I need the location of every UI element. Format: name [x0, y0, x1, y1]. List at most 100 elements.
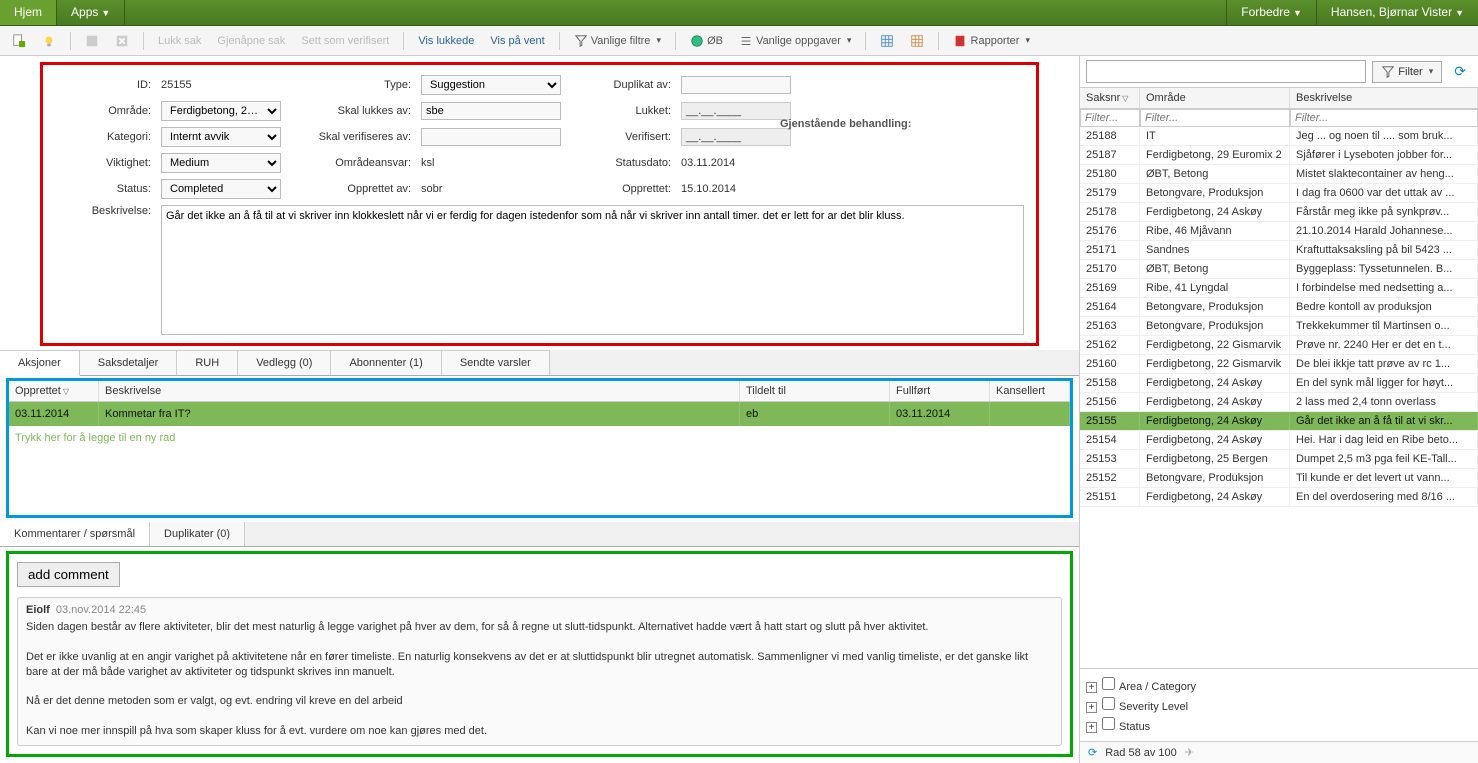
table-row[interactable]: 25164Betongvare, ProduksjonBedre kontoll… — [1080, 298, 1478, 317]
search-input[interactable] — [1086, 60, 1366, 83]
tree-area[interactable]: + Area / Category — [1086, 675, 1472, 695]
col-desc[interactable]: Beskrivelse — [99, 381, 740, 401]
col-cancelled[interactable]: Kansellert — [990, 381, 1070, 401]
tab-subscribers[interactable]: Abonnenter (1) — [331, 350, 441, 375]
table-row[interactable]: 25171SandnesKraftuttaksaksling på bil 54… — [1080, 241, 1478, 260]
grid-icon-2[interactable] — [904, 31, 930, 51]
actions-row[interactable]: 03.11.2014Kommetar fra IT?eb03.11.2014 — [9, 402, 1070, 426]
ob-label: ØB — [707, 34, 723, 46]
input-verify-by[interactable] — [421, 128, 561, 146]
tree-severity[interactable]: + Severity Level — [1086, 695, 1472, 715]
table-row[interactable]: 25151Ferdigbetong, 24 AskøyEn del overdo… — [1080, 488, 1478, 507]
table-row[interactable]: 25152Betongvare, ProduksjonTil kunde er … — [1080, 469, 1478, 488]
table-row[interactable]: 25153Ferdigbetong, 25 BergenDumpet 2,5 m… — [1080, 450, 1478, 469]
cases-grid-body[interactable]: 25188ITJeg ... og noen til .... som bruk… — [1080, 127, 1478, 668]
tab-actions[interactable]: Aksjoner — [0, 350, 80, 376]
tab-ruh[interactable]: RUH — [177, 350, 238, 375]
actions-grid-header: Opprettet▽ Beskrivelse Tildelt til Fullf… — [9, 381, 1070, 402]
filter-desc[interactable] — [1290, 109, 1478, 127]
table-row[interactable]: 25176Ribe, 46 Mjåvann21.10.2014 Harald J… — [1080, 222, 1478, 241]
select-category[interactable]: Internt avvik — [161, 127, 281, 147]
expand-icon[interactable]: + — [1086, 682, 1097, 693]
tab-comments[interactable]: Kommentarer / spørsmål — [0, 522, 150, 546]
sort-desc-icon: ▽ — [63, 387, 69, 396]
nav-apps[interactable]: Apps▼ — [57, 0, 125, 25]
actions-grid-box: Opprettet▽ Beskrivelse Tildelt til Fullf… — [6, 378, 1073, 518]
select-area[interactable]: Ferdigbetong, 2… — [161, 101, 281, 121]
checkbox-severity[interactable] — [1102, 697, 1115, 710]
nav-user[interactable]: Hansen, Bjørnar Vister▼ — [1316, 0, 1478, 25]
select-importance[interactable]: Medium — [161, 153, 281, 173]
expand-icon[interactable]: + — [1086, 702, 1097, 713]
input-close-by[interactable] — [421, 102, 561, 120]
tree-severity-label: Severity Level — [1119, 701, 1188, 713]
right-panel: Filter ▾ ⟳ Saksnr▽ Område Beskrivelse 25… — [1080, 56, 1478, 763]
refresh-icon[interactable]: ⟳ — [1088, 746, 1097, 759]
new-icon[interactable] — [6, 31, 32, 51]
label-verify-by: Skal verifiseres av: — [291, 131, 411, 143]
tab-sent-alerts[interactable]: Sendte varsler — [442, 350, 550, 375]
row-counter: Rad 58 av 100 — [1105, 747, 1177, 759]
col-assigned[interactable]: Tildelt til — [740, 381, 890, 401]
filter-button[interactable]: Filter ▾ — [1372, 61, 1442, 83]
col-desc[interactable]: Beskrivelse — [1290, 88, 1478, 108]
col-done[interactable]: Fullført — [890, 381, 990, 401]
show-closed-link[interactable]: Vis lukkede — [412, 32, 480, 50]
filter-case-no[interactable] — [1080, 109, 1140, 127]
input-duplicate[interactable] — [681, 76, 791, 94]
tab-duplicates[interactable]: Duplikater (0) — [150, 522, 245, 546]
table-row[interactable]: 25188ITJeg ... og noen til .... som bruk… — [1080, 127, 1478, 146]
reopen-case-button: Gjenåpne sak — [211, 32, 291, 50]
ob-button[interactable]: ØB — [684, 31, 729, 51]
table-row[interactable]: 25178Ferdigbetong, 24 AskøyFårstår meg i… — [1080, 203, 1478, 222]
table-row[interactable]: 25154Ferdigbetong, 24 AskøyHei. Har i da… — [1080, 431, 1478, 450]
common-filters-dropdown[interactable]: Vanlige filtre ▾ — [568, 31, 667, 51]
refresh-icon[interactable]: ⟳ — [1448, 60, 1472, 83]
set-verified-button: Sett som verifisert — [295, 32, 395, 50]
filter-area[interactable] — [1140, 109, 1290, 127]
nav-home[interactable]: Hjem — [0, 0, 57, 25]
nav-improve[interactable]: Forbedre▼ — [1226, 0, 1316, 25]
col-area[interactable]: Område — [1140, 88, 1290, 108]
select-status[interactable]: Completed — [161, 179, 281, 199]
bulb-icon[interactable] — [36, 31, 62, 51]
textarea-description[interactable]: Går det ikke an å få til at vi skriver i… — [161, 205, 1024, 335]
actions-add-row[interactable]: Trykk her for å legge til en ny rad — [9, 426, 1070, 450]
tree-area-label: Area / Category — [1119, 681, 1196, 693]
comments-box: add comment Eiolf03.nov.2014 22:45Siden … — [6, 551, 1073, 757]
table-row[interactable]: 25160Ferdigbetong, 22 GismarvikDe blei i… — [1080, 355, 1478, 374]
value-created: 15.10.2014 — [681, 183, 791, 195]
col-created[interactable]: Opprettet▽ — [9, 381, 99, 401]
tab-case-details[interactable]: Saksdetaljer — [80, 350, 178, 375]
table-row[interactable]: 25156Ferdigbetong, 24 Askøy2 lass med 2,… — [1080, 393, 1478, 412]
table-row[interactable]: 25179Betongvare, ProduksjonI dag fra 060… — [1080, 184, 1478, 203]
table-row[interactable]: 25187Ferdigbetong, 29 Euromix 2Sjåfører … — [1080, 146, 1478, 165]
tree-status-label: Status — [1119, 721, 1150, 733]
case-tabs: Aksjoner Saksdetaljer RUH Vedlegg (0) Ab… — [0, 350, 1079, 376]
checkbox-status[interactable] — [1102, 717, 1115, 730]
checkbox-area[interactable] — [1102, 677, 1115, 690]
tree-status[interactable]: + Status — [1086, 715, 1472, 735]
table-row[interactable]: 25155Ferdigbetong, 24 AskøyGår det ikke … — [1080, 412, 1478, 431]
pin-icon[interactable]: ✈ — [1185, 746, 1194, 759]
add-comment-button[interactable]: add comment — [17, 562, 120, 587]
col-case-no[interactable]: Saksnr▽ — [1080, 88, 1140, 108]
table-row[interactable]: 25163Betongvare, ProduksjonTrekkekummer … — [1080, 317, 1478, 336]
expand-icon[interactable]: + — [1086, 722, 1097, 733]
table-row[interactable]: 25180ØBT, BetongMistet slaktecontainer a… — [1080, 165, 1478, 184]
lower-tabs: Kommentarer / spørsmål Duplikater (0) — [0, 522, 1079, 547]
table-row[interactable]: 25158Ferdigbetong, 24 AskøyEn del synk m… — [1080, 374, 1478, 393]
cancel-icon — [109, 31, 135, 51]
table-row[interactable]: 25169Ribe, 41 LyngdalI forbindelse med n… — [1080, 279, 1478, 298]
common-tasks-dropdown[interactable]: Vanlige oppgaver ▾ — [733, 31, 857, 51]
grid-icon-1[interactable] — [874, 31, 900, 51]
table-row[interactable]: 25170ØBT, BetongByggeplass: Tyssetunnele… — [1080, 260, 1478, 279]
sort-desc-icon: ▽ — [1122, 94, 1128, 103]
tab-attachments[interactable]: Vedlegg (0) — [238, 350, 331, 375]
table-row[interactable]: 25162Ferdigbetong, 22 GismarvikPrøve nr.… — [1080, 336, 1478, 355]
show-onhold-link[interactable]: Vis på vent — [484, 32, 550, 50]
reports-dropdown[interactable]: Rapporter ▾ — [947, 31, 1036, 51]
value-id: 25155 — [161, 79, 281, 91]
filter-label: Filter — [1398, 66, 1422, 78]
select-type[interactable]: Suggestion — [421, 75, 561, 95]
